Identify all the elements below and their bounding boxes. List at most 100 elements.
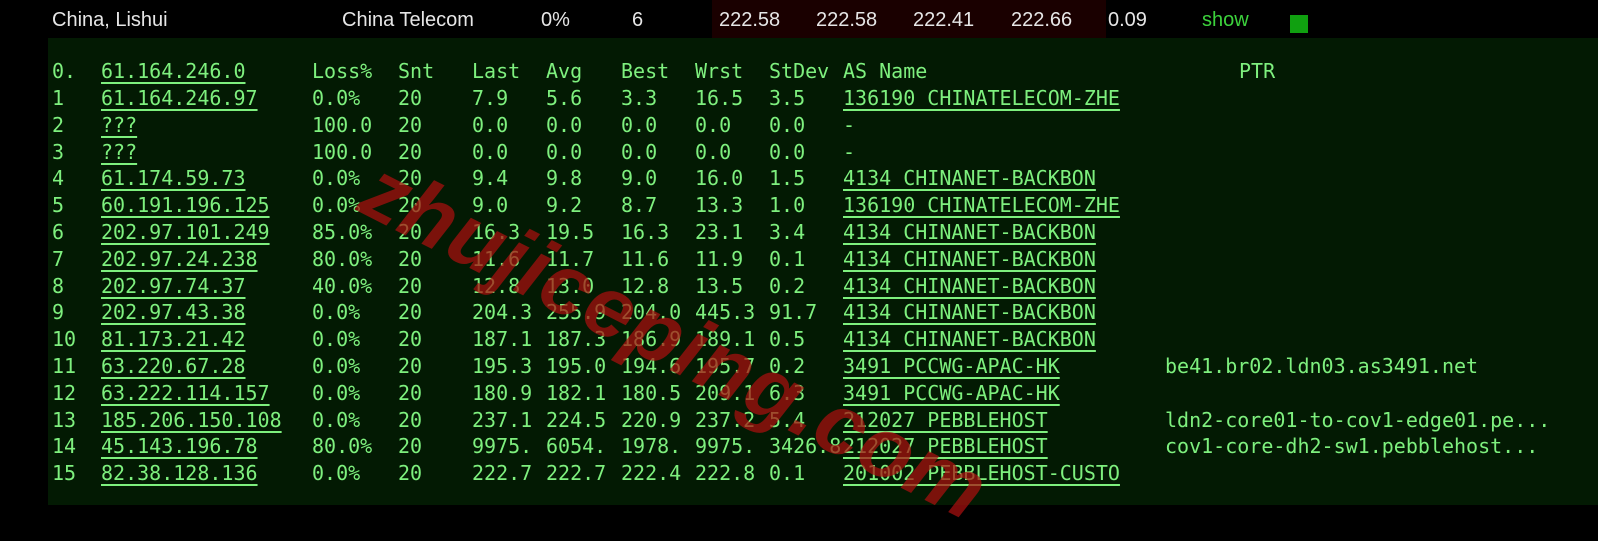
table-row: 5 60.191.196.125 0.0% 20 9.0 9.2 8.7 13.3 1.0 136… [48, 192, 1598, 219]
cell-stdev: 0.0 [769, 139, 806, 164]
cell-last: 9.0 [472, 193, 509, 218]
mtr-result-panel: 0. 61.164.246.0 Loss% Snt Last Avg Best … [48, 38, 1598, 505]
cell-sent: 20 [398, 273, 423, 298]
cell-worst: 13.3 [695, 193, 744, 218]
table-row: 3??? 100.0 20 0.0 0.0 0.0 0.0 0.0 - [48, 139, 1598, 166]
cell-loss: 80.0% [312, 434, 373, 459]
cell-last: 237.1 [472, 407, 533, 432]
location-label: China, Lishui [52, 9, 168, 31]
cell-last: 0.0 [472, 112, 509, 137]
cell-as-name[interactable]: 201002 PEBBLEHOST-CUSTO [843, 460, 1120, 487]
table-row: 7 202.97.24.238 80.0% 20 11.6 11.7 11.6 11.9 0.1… [48, 246, 1598, 273]
cell-avg: 222.7 [546, 461, 607, 486]
cell-sent: 20 [398, 461, 423, 486]
cell-best: 16.3 [621, 220, 670, 244]
cell-host[interactable]: 202.97.43.38 [101, 299, 246, 326]
cell-host[interactable]: 81.173.21.42 [101, 326, 246, 353]
cell-as-name[interactable]: 4134 CHINANET-BACKBON [843, 246, 1096, 273]
cell-ptr: cov1-core-dh2-sw1.pebblehost... [1165, 434, 1539, 459]
cell-host[interactable]: 185.206.150.108 [101, 407, 282, 434]
col-last: Last [472, 59, 521, 83]
cell-as-name[interactable]: 3491 PCCWG-APAC-HK [843, 380, 1060, 407]
col-stdev: StDev [769, 59, 830, 83]
cell-avg: 0.0 [546, 112, 583, 137]
cell-host[interactable]: 61.164.246.97 [101, 85, 258, 112]
cell-hop: 10 [52, 327, 77, 352]
cell-hop: 13 [52, 407, 77, 432]
cell-stdev: 6.3 [769, 380, 806, 405]
cell-host[interactable]: 63.220.67.28 [101, 353, 246, 380]
table-row: 14 45.143.196.78 80.0% 20 9975. 6054. 1978. 997… [48, 433, 1598, 460]
cell-best: 186.9 [621, 327, 682, 352]
cell-sent: 20 [398, 434, 423, 459]
table-row: 9 202.97.43.38 0.0% 20 204.3 255.9 204.0 445.3 9… [48, 299, 1598, 326]
cell-as-name[interactable]: 4134 CHINANET-BACKBON [843, 299, 1096, 326]
cell-sent: 20 [398, 112, 423, 137]
cell-as-name[interactable]: 4134 CHINANET-BACKBON [843, 165, 1096, 192]
cell-worst: 13.5 [695, 273, 744, 298]
cell-stdev: 0.1 [769, 246, 806, 271]
cell-loss: 0.0% [312, 461, 361, 486]
cell-as-name[interactable]: 4134 CHINANET-BACKBON [843, 219, 1096, 246]
cell-stdev: 3426.8 [769, 434, 842, 459]
cell-last: 222.7 [472, 461, 533, 486]
cell-as-name[interactable]: 4134 CHINANET-BACKBON [843, 326, 1096, 353]
cell-host[interactable]: 45.143.196.78 [101, 433, 258, 460]
cell-host[interactable]: ??? [101, 139, 137, 166]
cell-avg: 5.6 [546, 86, 583, 110]
cell-sent: 20 [398, 193, 423, 218]
cell-loss: 0.0% [312, 327, 361, 352]
cell-host[interactable]: 60.191.196.125 [101, 192, 270, 219]
cell-avg: 19.5 [546, 220, 595, 244]
cell-avg: 9.2 [546, 193, 583, 218]
summary-avg: 222.58 [816, 9, 878, 31]
cell-stdev: 0.5 [769, 327, 806, 352]
table-row: 2??? 100.0 20 0.0 0.0 0.0 0.0 0.0 - [48, 112, 1598, 139]
col-host[interactable]: 61.164.246.0 [101, 58, 246, 85]
cell-last: 16.3 [472, 220, 521, 244]
cell-as-name[interactable]: 4134 CHINANET-BACKBON [843, 273, 1096, 300]
cell-as-name[interactable]: 3491 PCCWG-APAC-HK [843, 353, 1060, 380]
cell-avg: 195.0 [546, 354, 607, 378]
cell-as-name[interactable]: 136190 CHINATELECOM-ZHE [843, 192, 1120, 219]
cell-sent: 20 [398, 380, 423, 405]
table-row: 10 81.173.21.42 0.0% 20 187.1 187.3 186.9 189.1… [48, 326, 1598, 353]
cell-loss: 100.0 [312, 139, 373, 164]
cell-stdev: 91.7 [769, 300, 818, 325]
cell-best: 3.3 [621, 86, 658, 110]
show-button[interactable]: show [1202, 8, 1249, 32]
cell-best: 180.5 [621, 380, 682, 405]
cell-hop: 9 [52, 300, 65, 325]
cell-last: 7.9 [472, 86, 509, 110]
summary-worst: 222.66 [1011, 9, 1073, 31]
cell-worst: 195.7 [695, 354, 756, 378]
cell-stdev: 0.0 [769, 112, 806, 137]
table-header: 0. 61.164.246.0 Loss% Snt Last Avg Best … [48, 58, 1598, 85]
cell-host[interactable]: 61.174.59.73 [101, 165, 246, 192]
cell-sent: 20 [398, 86, 423, 110]
cell-worst: 222.8 [695, 461, 756, 486]
cell-sent: 20 [398, 327, 423, 352]
cell-avg: 9.8 [546, 166, 583, 191]
cell-best: 9.0 [621, 166, 658, 191]
summary-best: 222.41 [913, 9, 975, 31]
cell-host[interactable]: 63.222.114.157 [101, 380, 270, 407]
cell-host[interactable]: 82.38.128.136 [101, 460, 258, 487]
cell-host[interactable]: 202.97.101.249 [101, 219, 270, 246]
cell-last: 12.8 [472, 273, 521, 298]
status-square-icon [1290, 15, 1308, 33]
cell-as-name[interactable]: 136190 CHINATELECOM-ZHE [843, 85, 1120, 112]
cell-host[interactable]: 202.97.24.238 [101, 246, 258, 273]
cell-last: 204.3 [472, 300, 533, 325]
cell-host[interactable]: 202.97.74.37 [101, 273, 246, 300]
cell-as-name[interactable]: 212027 PEBBLEHOST [843, 407, 1048, 434]
cell-stdev: 0.2 [769, 273, 806, 298]
cell-loss: 80.0% [312, 246, 373, 271]
cell-avg: 6054. [546, 434, 607, 459]
cell-stdev: 1.5 [769, 166, 806, 191]
cell-host[interactable]: ??? [101, 112, 137, 139]
col-loss: Loss% [312, 59, 373, 83]
cell-loss: 0.0% [312, 86, 361, 110]
cell-ptr: ldn2-core01-to-cov1-edge01.pe... [1165, 407, 1551, 432]
cell-as-name[interactable]: 212027 PEBBLEHOST [843, 433, 1048, 460]
